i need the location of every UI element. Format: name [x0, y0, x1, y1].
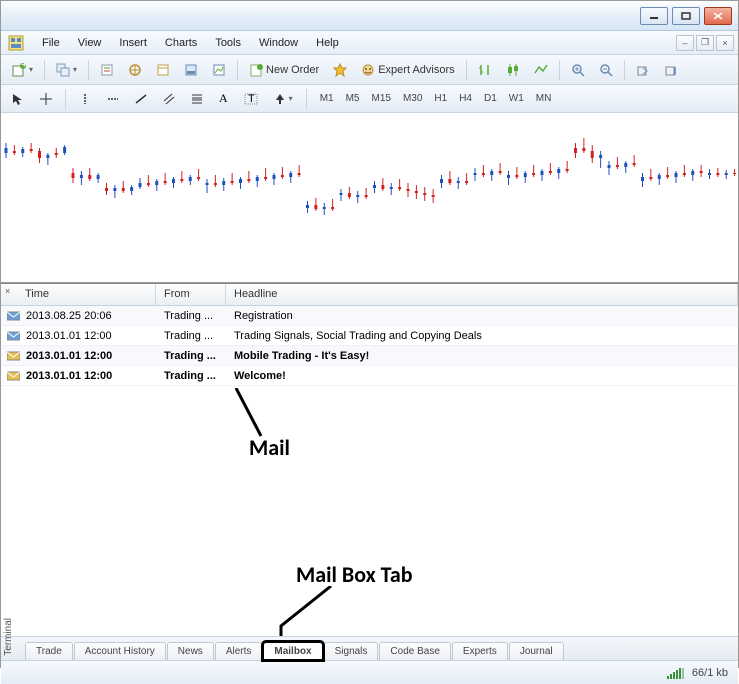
mdi-minimize-button[interactable]: –: [676, 35, 694, 51]
maximize-button[interactable]: [672, 7, 700, 25]
menu-help[interactable]: Help: [307, 34, 348, 52]
tab-signals[interactable]: Signals: [324, 642, 379, 660]
terminal-close-button[interactable]: ×: [5, 286, 15, 296]
mail-open-icon: [7, 331, 20, 341]
drawing-toolbar: A T ▾ M1M5M15M30H1H4D1W1MN: [1, 85, 738, 113]
new-chart-button[interactable]: +▾: [7, 59, 38, 81]
arrows-button[interactable]: ▾: [269, 89, 298, 109]
timeframe-mn[interactable]: MN: [531, 90, 557, 107]
bar-chart-button[interactable]: [473, 59, 497, 81]
mail-closed-icon: [7, 371, 20, 381]
annotation-arrow-tab: [276, 586, 336, 636]
mail-header-row: Time From Headline: [1, 284, 738, 306]
horizontal-line-button[interactable]: [102, 89, 124, 109]
tab-mailbox[interactable]: Mailbox: [263, 642, 322, 660]
data-window-button[interactable]: [151, 59, 175, 81]
annotation-mailbox-tab: Mail Box Tab: [296, 561, 413, 588]
timeframe-m1[interactable]: M1: [315, 90, 339, 107]
column-headline[interactable]: Headline: [226, 284, 738, 305]
line-chart-button[interactable]: [529, 59, 553, 81]
svg-text:T: T: [248, 93, 255, 105]
equidistant-channel-button[interactable]: [158, 89, 180, 109]
candlestick-chart: [1, 113, 738, 283]
window-titlebar: [1, 1, 738, 31]
metaeditor-button[interactable]: [328, 59, 352, 81]
tab-alerts[interactable]: Alerts: [215, 642, 263, 660]
column-time[interactable]: Time: [1, 284, 156, 305]
timeframe-h4[interactable]: H4: [454, 90, 477, 107]
new-order-button[interactable]: New Order: [244, 59, 324, 81]
trendline-button[interactable]: [130, 89, 152, 109]
terminal-vertical-label: Terminal: [3, 618, 14, 656]
mdi-restore-button[interactable]: ❐: [696, 35, 714, 51]
terminal-panel: × Time From Headline 2013.08.25 20:06Tra…: [1, 283, 738, 660]
terminal-tab-strip: Terminal TradeAccount HistoryNewsAlertsM…: [1, 636, 738, 660]
mail-body-area: Mail Mail Box Tab: [1, 386, 738, 636]
app-icon: [7, 34, 25, 52]
connection-status: 66/1 kb: [692, 667, 728, 679]
mail-row[interactable]: 2013.08.25 20:06Trading ...Registration: [1, 306, 738, 326]
menubar: File View Insert Charts Tools Window Hel…: [1, 31, 738, 55]
timeframe-m30[interactable]: M30: [398, 90, 427, 107]
main-toolbar: +▾ ▾ New Order Expert Advisors: [1, 55, 738, 85]
mail-open-icon: [7, 311, 20, 321]
menu-window[interactable]: Window: [250, 34, 307, 52]
chart-shift-button[interactable]: [659, 59, 683, 81]
tab-account-history[interactable]: Account History: [74, 642, 166, 660]
terminal-button[interactable]: [179, 59, 203, 81]
tab-journal[interactable]: Journal: [509, 642, 564, 660]
mail-row[interactable]: 2013.01.01 12:00Trading ...Mobile Tradin…: [1, 346, 738, 366]
text-button[interactable]: A: [214, 87, 233, 110]
menu-file[interactable]: File: [33, 34, 69, 52]
mdi-close-button[interactable]: ×: [716, 35, 734, 51]
timeframe-m5[interactable]: M5: [341, 90, 365, 107]
strategy-tester-button[interactable]: [207, 59, 231, 81]
text-label-button[interactable]: T: [239, 89, 263, 109]
tab-trade[interactable]: Trade: [25, 642, 73, 660]
timeframe-h1[interactable]: H1: [429, 90, 452, 107]
tab-code-base[interactable]: Code Base: [379, 642, 450, 660]
timeframe-m15[interactable]: M15: [367, 90, 396, 107]
menu-tools[interactable]: Tools: [206, 34, 250, 52]
minimize-button[interactable]: [640, 7, 668, 25]
mail-closed-icon: [7, 351, 20, 361]
expert-advisors-button[interactable]: Expert Advisors: [356, 59, 459, 81]
candlestick-button[interactable]: [501, 59, 525, 81]
menu-insert[interactable]: Insert: [110, 34, 156, 52]
menu-charts[interactable]: Charts: [156, 34, 206, 52]
zoom-out-button[interactable]: [594, 59, 618, 81]
auto-scroll-button[interactable]: [631, 59, 655, 81]
zoom-in-button[interactable]: [566, 59, 590, 81]
annotation-mail: Mail: [249, 434, 290, 461]
mail-row[interactable]: 2013.01.01 12:00Trading ...Welcome!: [1, 366, 738, 386]
fibonacci-button[interactable]: [186, 89, 208, 109]
mail-row[interactable]: 2013.01.01 12:00Trading ...Trading Signa…: [1, 326, 738, 346]
vertical-line-button[interactable]: [74, 89, 96, 109]
column-from[interactable]: From: [156, 284, 226, 305]
tab-experts[interactable]: Experts: [452, 642, 508, 660]
navigator-button[interactable]: [123, 59, 147, 81]
svg-text:+: +: [21, 63, 26, 71]
crosshair-button[interactable]: [35, 89, 57, 109]
cursor-button[interactable]: [7, 89, 29, 109]
market-watch-button[interactable]: [95, 59, 119, 81]
close-button[interactable]: [704, 7, 732, 25]
profiles-button[interactable]: ▾: [51, 59, 82, 81]
price-chart[interactable]: [1, 113, 738, 283]
timeframe-d1[interactable]: D1: [479, 90, 502, 107]
statusbar: 66/1 kb: [1, 660, 738, 684]
menu-view[interactable]: View: [69, 34, 111, 52]
tab-news[interactable]: News: [167, 642, 214, 660]
timeframe-w1[interactable]: W1: [504, 90, 529, 107]
connection-bars-icon: [667, 667, 684, 679]
